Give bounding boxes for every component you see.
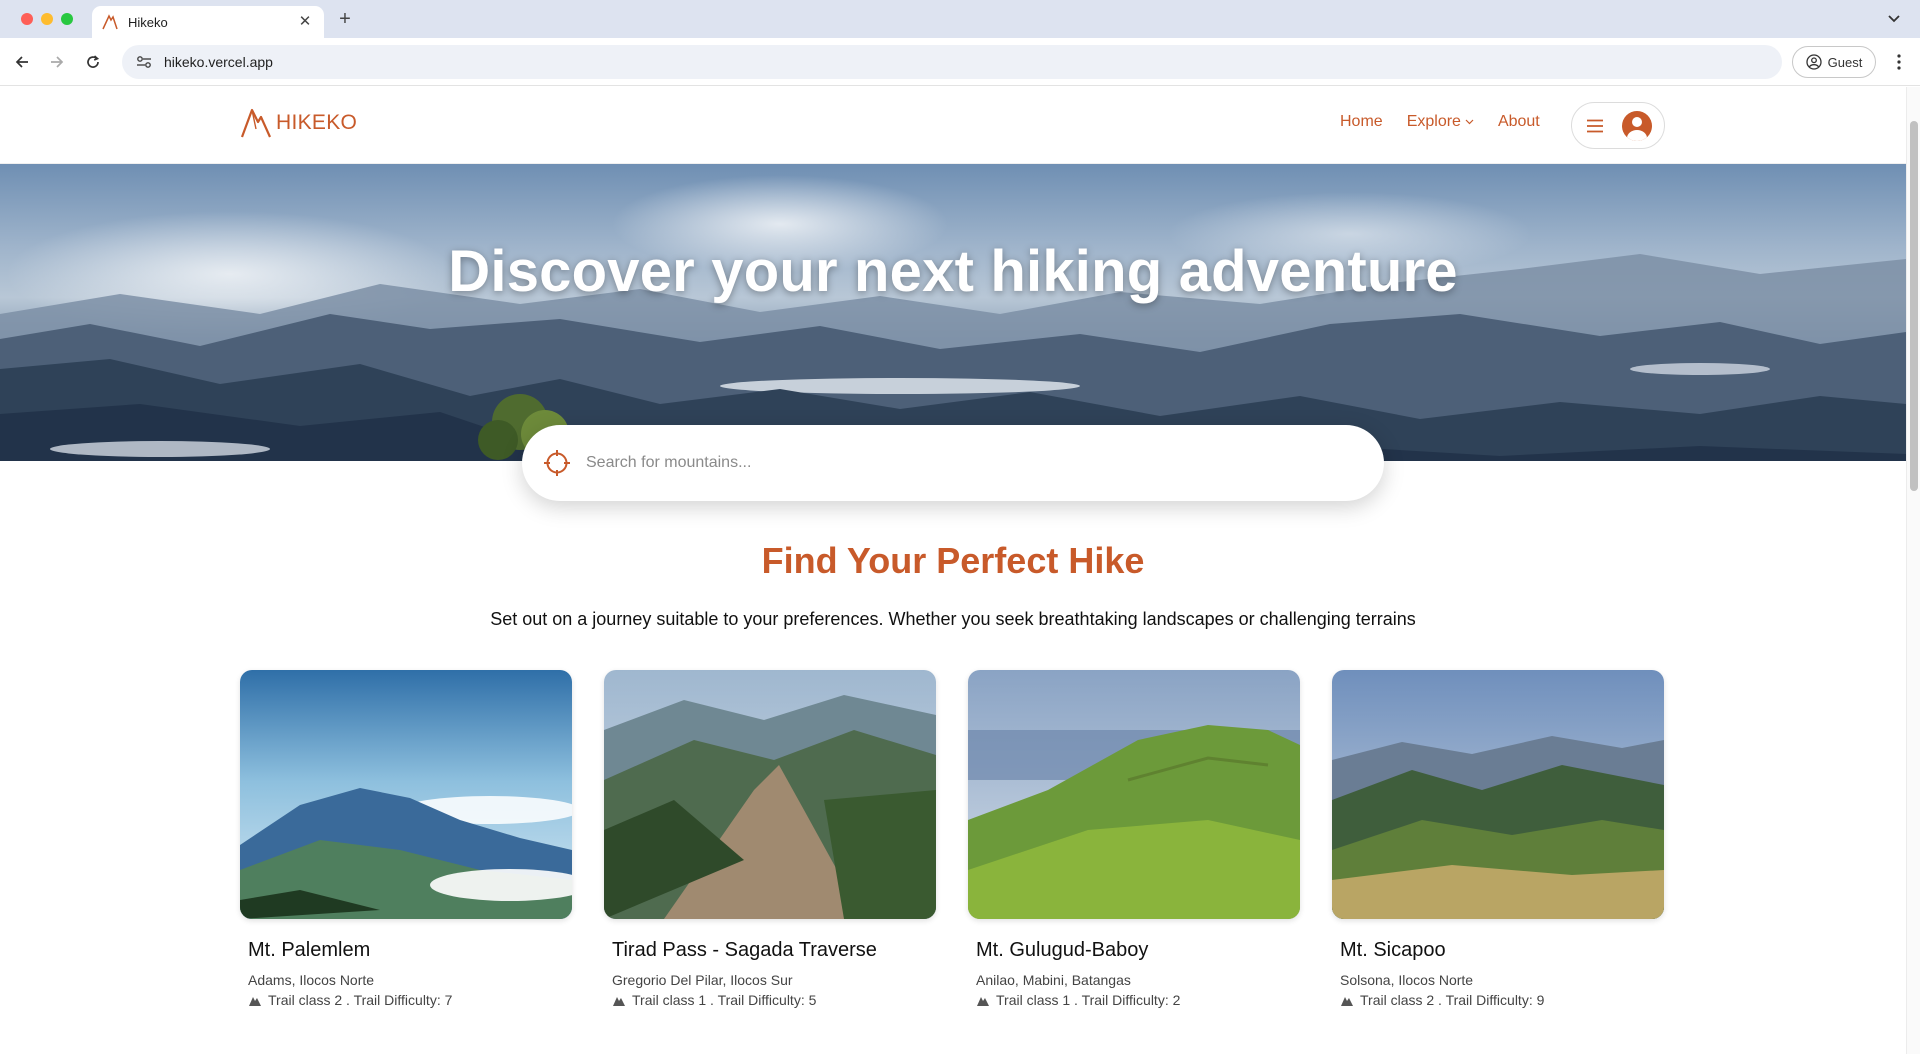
hike-card[interactable]: Tirad Pass - Sagada Traverse Gregorio De… (604, 670, 936, 1008)
mountain-search-input[interactable] (586, 454, 1346, 472)
mountain-favicon-icon (102, 14, 118, 30)
site-settings-icon[interactable] (134, 52, 154, 72)
mountain-logo-icon (240, 108, 272, 138)
page-scrollbar[interactable] (1906, 87, 1920, 1054)
hike-photo[interactable] (240, 670, 572, 919)
address-bar[interactable]: hikeko.vercel.app (122, 45, 1782, 79)
hiker-icon (613, 996, 625, 1006)
hero-banner: Discover your next hiking adventure (0, 164, 1906, 461)
hamburger-menu-icon (1587, 119, 1603, 132)
user-avatar (1622, 110, 1652, 141)
hiker-icon (249, 996, 261, 1006)
page-viewport: HIKEKO Home Explore About Discover your … (0, 87, 1920, 1054)
maximize-window-button[interactable] (61, 13, 73, 25)
profile-label: Guest (1827, 54, 1863, 70)
hike-meta-text: Trail class 2 . Trail Difficulty: 7 (268, 992, 453, 1008)
hike-card[interactable]: Mt. Palemlem Adams, Ilocos Norte Trail c… (240, 670, 572, 1008)
browser-tab[interactable]: Hikeko ✕ (92, 6, 324, 38)
hike-location: Gregorio Del Pilar, Ilocos Sur (612, 972, 793, 988)
profile-icon (1806, 54, 1822, 70)
nav-explore-link[interactable]: Explore (1407, 113, 1474, 131)
locate-crosshair-icon[interactable] (542, 448, 572, 478)
hike-location: Solsona, Ilocos Norte (1340, 972, 1474, 988)
profile-button[interactable]: Guest (1792, 46, 1876, 78)
reload-icon[interactable] (81, 50, 105, 74)
hiker-icon (977, 996, 989, 1006)
hike-name[interactable]: Mt. Gulugud-Baboy (976, 939, 1300, 962)
hike-meta: Trail class 1 . Trail Difficulty: 2 (976, 992, 1300, 1008)
hero-title: Discover your next hiking adventure (448, 239, 1458, 304)
search-bar[interactable] (522, 425, 1384, 501)
hike-meta-text: Trail class 2 . Trail Difficulty: 9 (1360, 992, 1545, 1008)
nav-home-link[interactable]: Home (1340, 113, 1383, 131)
back-arrow-icon[interactable] (10, 50, 34, 74)
hike-name[interactable]: Tirad Pass - Sagada Traverse (612, 939, 936, 962)
url-text: hikeko.vercel.app (164, 54, 273, 70)
site-logo[interactable]: HIKEKO (240, 107, 357, 139)
tab-title: Hikeko (128, 14, 168, 30)
minimize-window-button[interactable] (41, 13, 53, 25)
hike-meta: Trail class 2 . Trail Difficulty: 7 (248, 992, 572, 1008)
section-title: Find Your Perfect Hike (761, 540, 1145, 581)
hike-card[interactable]: Mt. Sicapoo Solsona, Ilocos Norte Trail … (1332, 670, 1664, 1008)
hike-location: Anilao, Mabini, Batangas (976, 972, 1131, 988)
site-header: HIKEKO Home Explore About (0, 87, 1906, 164)
hike-name[interactable]: Mt. Palemlem (248, 939, 572, 962)
main-nav: Home Explore About (1340, 113, 1540, 131)
section-subtitle: Set out on a journey suitable to your pr… (490, 609, 1416, 629)
browser-toolbar: hikeko.vercel.app Guest (0, 38, 1920, 86)
hiker-icon (1341, 996, 1353, 1006)
nav-explore-label: Explore (1406, 113, 1461, 130)
close-window-button[interactable] (21, 13, 33, 25)
hike-meta: Trail class 2 . Trail Difficulty: 9 (1340, 992, 1664, 1008)
tab-search-chevron-icon[interactable] (1882, 8, 1906, 30)
hike-name[interactable]: Mt. Sicapoo (1340, 939, 1664, 962)
scrollbar-thumb[interactable] (1910, 121, 1918, 491)
hike-card-list: Mt. Palemlem Adams, Ilocos Norte Trail c… (240, 670, 1666, 1008)
hike-photo[interactable] (968, 670, 1300, 919)
hike-meta-text: Trail class 1 . Trail Difficulty: 5 (632, 992, 817, 1008)
browser-menu-icon[interactable] (1888, 50, 1910, 74)
hike-card[interactable]: Mt. Gulugud-Baboy Anilao, Mabini, Batang… (968, 670, 1300, 1008)
user-menu-button[interactable] (1571, 102, 1665, 149)
mountain-landscape-image (0, 254, 1906, 461)
hike-photo[interactable] (1332, 670, 1664, 919)
hike-meta: Trail class 1 . Trail Difficulty: 5 (612, 992, 936, 1008)
hike-location: Adams, Ilocos Norte (248, 972, 375, 988)
hike-meta-text: Trail class 1 . Trail Difficulty: 2 (996, 992, 1181, 1008)
nav-about-link[interactable]: About (1498, 113, 1540, 131)
forward-arrow-icon[interactable] (45, 50, 69, 74)
browser-tabstrip: Hikeko ✕ + (0, 0, 1920, 38)
new-tab-button[interactable]: + (334, 8, 356, 30)
hike-photo[interactable] (604, 670, 936, 919)
close-tab-icon[interactable]: ✕ (296, 13, 314, 31)
chevron-down-icon (1465, 119, 1474, 125)
logo-text: HIKEKO (276, 111, 358, 134)
